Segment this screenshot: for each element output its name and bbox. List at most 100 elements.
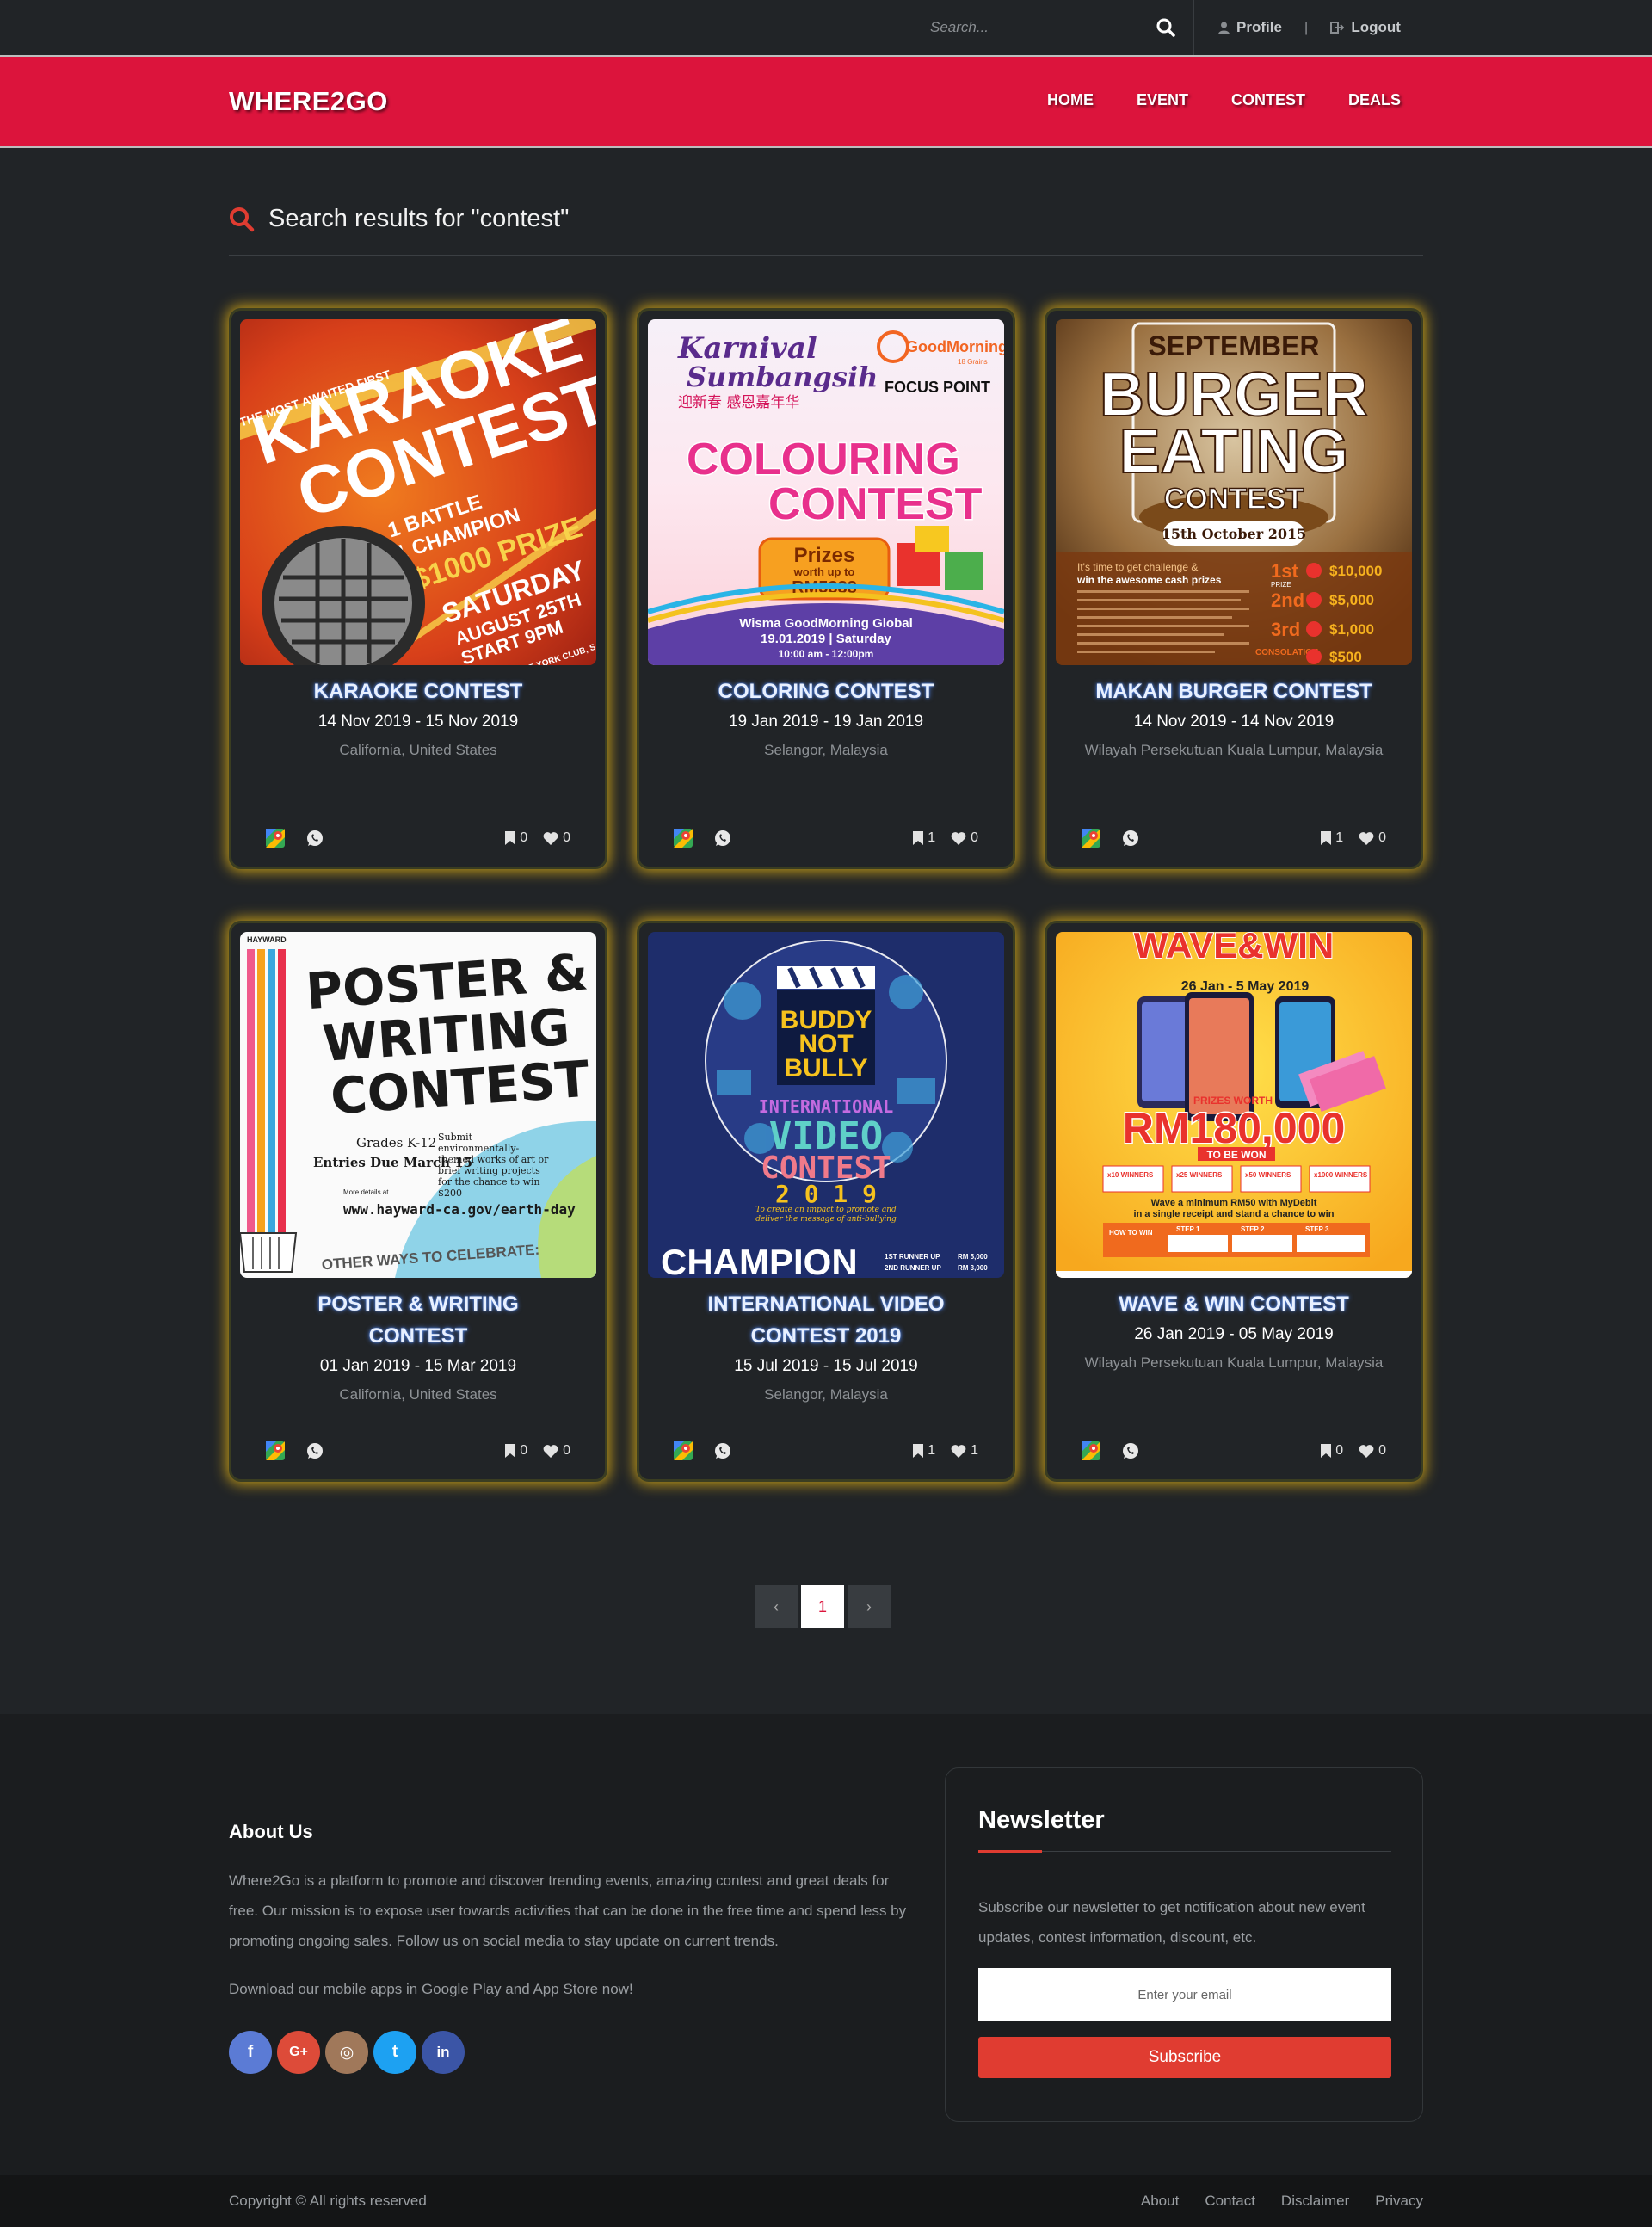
page-button-current[interactable]: 1 [801,1585,844,1628]
card-title[interactable]: KARAOKE CONTEST [231,676,605,707]
bookmark-count[interactable]: 1 [913,1443,935,1459]
whatsapp-icon[interactable] [713,1441,732,1460]
bookmark-icon [505,1444,516,1458]
results-title: Search results for "contest" [268,205,570,232]
bookmark-icon [913,831,924,845]
contest-poster[interactable]: SEPTEMBER BURGER EATING CONTEST 15th Oct… [1056,319,1412,665]
svg-text:Wave a minimum RM50 with MyDeb: Wave a minimum RM50 with MyDebit [1151,1198,1317,1208]
nav-item-event[interactable]: EVENT [1137,91,1188,109]
next-page-button[interactable]: › [848,1585,891,1628]
card-title[interactable]: WAVE & WIN CONTEST [1047,1288,1421,1320]
card-title[interactable]: MAKAN BURGER CONTEST [1047,676,1421,707]
twitter-icon[interactable]: t [373,2031,416,2074]
contest-poster[interactable]: HAYWARD POSTER & WRITING CONTEST Grades … [240,932,596,1278]
contest-card[interactable]: Karnival Sumbangsih 迎新春 感恩嘉年华 GoodMornin… [637,308,1015,869]
brand-logo[interactable]: WHERE2GO [229,86,388,117]
linkedin-icon[interactable]: in [422,2031,465,2074]
like-count[interactable]: 0 [543,1443,570,1459]
contest-card[interactable]: WAVE&WIN 26 Jan - 5 May 2019 PRIZES WORT… [1045,921,1423,1482]
facebook-icon[interactable]: f [229,2031,272,2074]
contest-poster[interactable]: THE MOST AWAITED FIRST KARAOKE CONTEST 1… [240,319,596,665]
card-location: California, United States [339,1386,497,1403]
like-count[interactable]: 0 [1359,1443,1386,1459]
card-title[interactable]: POSTER & WRITING CONTEST [231,1288,605,1352]
bookmark-count[interactable]: 0 [505,1443,527,1459]
email-field[interactable] [978,1968,1391,2021]
footer-link-privacy[interactable]: Privacy [1375,2193,1423,2210]
bookmark-count[interactable]: 1 [1321,830,1343,846]
contest-poster[interactable]: WAVE&WIN 26 Jan - 5 May 2019 PRIZES WORT… [1056,932,1412,1278]
title-underline [978,1850,1042,1853]
contest-card[interactable]: SEPTEMBER BURGER EATING CONTEST 15th Oct… [1045,308,1423,869]
svg-text:x1000 WINNERS: x1000 WINNERS [1314,1171,1368,1179]
contest-poster[interactable]: Karnival Sumbangsih 迎新春 感恩嘉年华 GoodMornin… [648,319,1004,665]
profile-link[interactable]: Profile [1218,19,1282,36]
google-maps-icon[interactable] [1082,1441,1100,1460]
card-location: Selangor, Malaysia [764,1386,888,1403]
subscribe-button[interactable]: Subscribe [978,2037,1391,2078]
whatsapp-icon[interactable] [1121,829,1140,848]
svg-text:迎新春 感恩嘉年华: 迎新春 感恩嘉年华 [678,394,799,411]
svg-text:Sumbangsih: Sumbangsih [687,361,878,393]
google-maps-icon[interactable] [674,1441,693,1460]
nav-item-home[interactable]: HOME [1047,91,1094,109]
whatsapp-icon[interactable] [305,829,324,848]
footer-link-contact[interactable]: Contact [1205,2193,1255,2210]
whatsapp-icon[interactable] [1121,1441,1140,1460]
search-icon[interactable] [1156,17,1176,38]
like-count[interactable]: 1 [951,1443,978,1459]
svg-text:10:00 am - 12:00pm: 10:00 am - 12:00pm [779,648,874,660]
instagram-icon[interactable]: ◎ [325,2031,368,2074]
like-count[interactable]: 0 [1359,830,1386,846]
card-title[interactable]: INTERNATIONAL VIDEO CONTEST 2019 [639,1288,1013,1352]
search-input[interactable] [930,15,1145,40]
footer-links: About Contact Disclaimer Privacy [1141,2193,1423,2210]
bookmark-count[interactable]: 0 [1321,1443,1343,1459]
bookmark-icon [505,831,516,845]
contest-card[interactable]: HAYWARD POSTER & WRITING CONTEST Grades … [229,921,607,1482]
contest-card[interactable]: BUDDY NOT BULLY INTERNATIONAL VIDEO CONT… [637,921,1015,1482]
like-count[interactable]: 0 [543,830,570,846]
card-date: 14 Nov 2019 - 15 Nov 2019 [317,713,519,731]
svg-text:SEPTEMBER: SEPTEMBER [1148,330,1319,361]
card-body: KARAOKE CONTEST 14 Nov 2019 - 15 Nov 201… [231,676,605,761]
google-plus-icon[interactable]: G+ [277,2031,320,2074]
card-footer: 1 0 [674,827,978,849]
like-count[interactable]: 0 [951,830,978,846]
whatsapp-icon[interactable] [305,1441,324,1460]
footer-link-disclaimer[interactable]: Disclaimer [1281,2193,1349,2210]
svg-text:BULLY: BULLY [784,1054,867,1083]
card-title[interactable]: COLORING CONTEST [639,676,1013,707]
nav-item-deals[interactable]: DEALS [1348,91,1401,109]
google-maps-icon[interactable] [1082,829,1100,848]
svg-text:RM180,000: RM180,000 [1123,1104,1346,1152]
google-maps-icon[interactable] [266,829,285,848]
contest-poster[interactable]: BUDDY NOT BULLY INTERNATIONAL VIDEO CONT… [648,932,1004,1278]
nav-item-contest[interactable]: CONTEST [1231,91,1305,109]
whatsapp-icon[interactable] [713,829,732,848]
svg-text:2nd: 2nd [1271,589,1304,611]
contest-card[interactable]: THE MOST AWAITED FIRST KARAOKE CONTEST 1… [229,308,607,869]
logout-link[interactable]: Logout [1330,19,1401,36]
card-footer: 0 0 [266,1440,570,1462]
card-footer: 0 0 [266,827,570,849]
card-date: 01 Jan 2019 - 15 Mar 2019 [319,1357,517,1375]
bookmark-count[interactable]: 0 [505,830,527,846]
google-maps-icon[interactable] [674,829,693,848]
bookmark-count[interactable]: 1 [913,830,935,846]
card-body: POSTER & WRITING CONTEST 01 Jan 2019 - 1… [231,1288,605,1405]
svg-text:x10 WINNERS: x10 WINNERS [1107,1171,1154,1179]
download-text: Download our mobile apps in Google Play … [229,1981,633,1997]
prev-page-button[interactable]: ‹ [755,1585,798,1628]
footer-link-about[interactable]: About [1141,2193,1179,2210]
svg-text:1ST RUNNER UP: 1ST RUNNER UP [885,1253,940,1261]
search-box [909,0,1194,55]
newsletter-box: Newsletter Subscribe our newsletter to g… [945,1767,1423,2122]
bottom-bar: Copyright © All rights reserved About Co… [0,2175,1652,2227]
svg-text:More details at: More details at [343,1188,389,1196]
logout-icon [1330,22,1345,34]
about-text: Where2Go is a platform to promote and di… [229,1872,907,1949]
google-maps-icon[interactable] [266,1441,285,1460]
svg-text:3rd: 3rd [1271,619,1300,640]
svg-text:FOCUS POINT: FOCUS POINT [885,379,990,396]
